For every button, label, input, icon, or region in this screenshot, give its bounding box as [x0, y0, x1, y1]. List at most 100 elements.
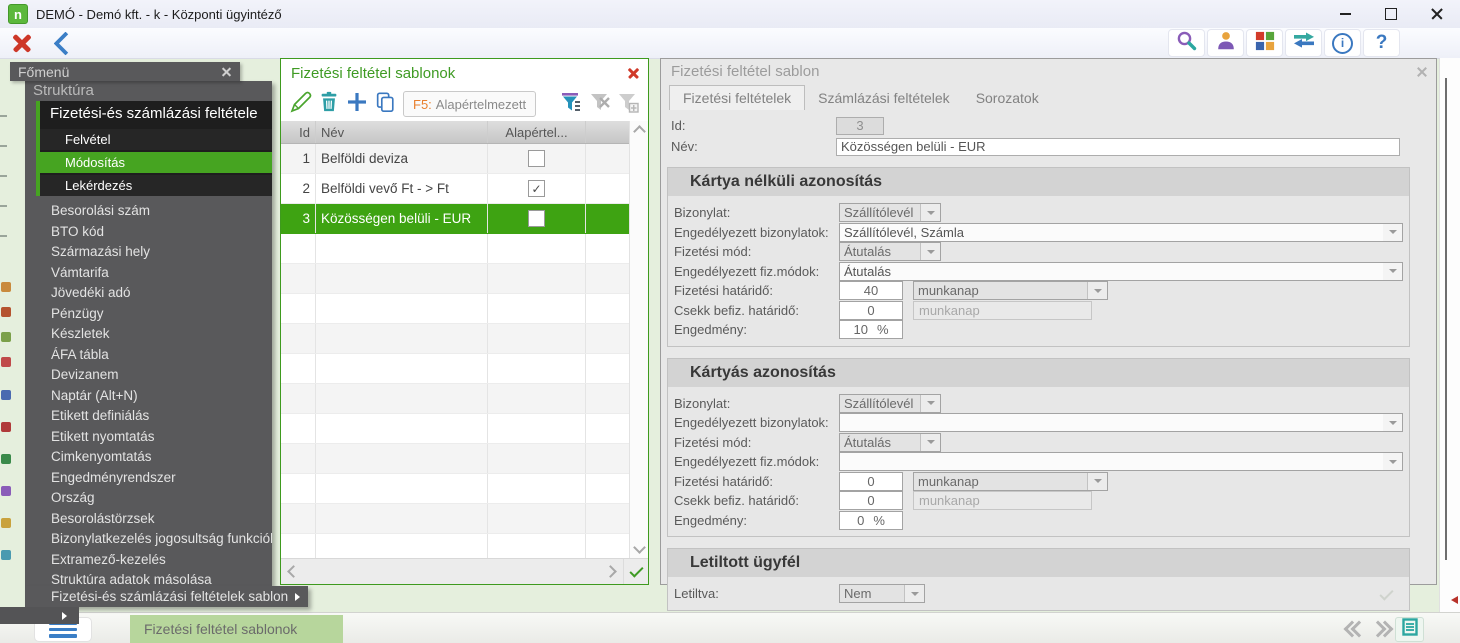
close-button[interactable] [1414, 0, 1460, 28]
tab-fizetesi-feltetelek[interactable]: Fizetési feltételek [669, 85, 805, 110]
menu-item[interactable]: BTO kód [25, 222, 272, 243]
engedelyezett-bizonylatok-dropdown[interactable]: Szállítólevél, Számla [839, 223, 1403, 242]
engedmeny-input[interactable]: 0% [839, 511, 903, 530]
menu-item-felvetel[interactable]: Felvétel [40, 129, 272, 150]
menu-item[interactable]: Vámtarifa [25, 263, 272, 284]
chevron-down-icon[interactable] [1383, 414, 1402, 431]
fizetesi-mod-dropdown[interactable]: Átutalás [839, 433, 941, 452]
fizetesi-hatarido-input[interactable]: 40 [839, 281, 903, 300]
hatarido-unit-dropdown[interactable]: munkanap [913, 281, 1108, 300]
chevron-down-icon[interactable] [1383, 263, 1402, 280]
menu-item[interactable]: Készletek [25, 324, 272, 345]
filter-button[interactable] [558, 91, 586, 117]
exit-button[interactable] [11, 32, 33, 54]
apps-button[interactable] [1246, 29, 1283, 57]
info-button[interactable]: i [1324, 29, 1361, 57]
scroll-down-icon[interactable] [633, 541, 646, 554]
menu-item[interactable]: Származási hely [25, 242, 272, 263]
menu-item[interactable]: ÁFA tábla [25, 345, 272, 366]
tab-szamlazasi-feltetelek[interactable]: Számlázási feltételek [805, 86, 963, 110]
user-button[interactable] [1207, 29, 1244, 57]
menu-item[interactable]: Extramező-kezelés [25, 550, 272, 571]
chevron-down-icon[interactable] [1383, 224, 1402, 241]
csekk-hatarido-input[interactable]: 0 [839, 491, 903, 510]
engedmeny-input[interactable]: 10% [839, 320, 903, 339]
menu-item[interactable]: Cimkenyomtatás [25, 447, 272, 468]
menu-item[interactable]: Jövedéki adó [25, 283, 272, 304]
fizetesi-mod-dropdown[interactable]: Átutalás [839, 242, 941, 261]
scroll-up-icon[interactable] [633, 125, 646, 138]
menu-item[interactable]: Pénzügy [25, 304, 272, 325]
chevron-down-icon[interactable] [1383, 453, 1402, 470]
default-checkbox[interactable]: ✓ [528, 180, 545, 197]
window-scrollbar[interactable] [1439, 58, 1460, 612]
menu-item-submenu[interactable]: Fizetési-és számlázási feltételek sablon [25, 586, 308, 607]
vertical-scrollbar[interactable] [629, 121, 648, 558]
menu-featured-title[interactable]: Fizetési-és számlázási feltétele [40, 101, 272, 127]
menu-item[interactable]: Etikett nyomtatás [25, 427, 272, 448]
menu-item[interactable]: Besorolástörzsek [25, 509, 272, 530]
column-header-name[interactable]: Név [315, 121, 487, 143]
menu-titlebar[interactable]: Főmenü [10, 62, 240, 81]
table-row[interactable]: 1 Belföldi deviza [281, 144, 629, 174]
menu-item-modositas[interactable]: Módosítás [40, 152, 272, 173]
transfer-button[interactable] [1285, 29, 1322, 57]
default-checkbox[interactable] [528, 210, 545, 227]
engedelyezett-fizmodok-dropdown[interactable] [839, 452, 1403, 471]
default-checkbox[interactable] [528, 150, 545, 167]
edit-button[interactable] [287, 91, 315, 117]
column-header-default[interactable]: Alapértel... [487, 121, 585, 143]
taskbar-tab-active[interactable]: Fizetési feltétel sablonok [130, 615, 343, 643]
table-row[interactable]: 2 Belföldi vevő Ft - > Ft ✓ [281, 174, 629, 204]
back-button[interactable] [53, 31, 77, 55]
templates-panel-close-button[interactable] [627, 67, 640, 80]
horizontal-scrollbar[interactable] [281, 558, 648, 584]
engedelyezett-bizonylatok-dropdown[interactable] [839, 413, 1403, 432]
delete-button[interactable] [315, 91, 343, 117]
default-f5-button[interactable]: F5: Alapértelmezett [403, 91, 536, 117]
detail-panel-close-button[interactable] [1416, 66, 1428, 78]
search-button[interactable] [1168, 29, 1205, 57]
scroll-right-icon[interactable] [604, 565, 617, 578]
help-button[interactable]: ? [1363, 29, 1400, 57]
nav-previous-button[interactable] [1346, 620, 1362, 636]
chevron-down-icon[interactable] [904, 585, 924, 602]
table-header[interactable]: Id Név Alapértel... [281, 121, 629, 144]
menu-item[interactable]: Besorolási szám [25, 201, 272, 222]
chevron-down-icon[interactable] [920, 434, 940, 451]
fizetesi-hatarido-input[interactable]: 0 [839, 472, 903, 491]
letiltva-dropdown[interactable]: Nem [839, 584, 925, 603]
menu-item-lekerdezes[interactable]: Lekérdezés [40, 175, 272, 196]
menu-close-button[interactable] [221, 66, 232, 77]
menu-item[interactable]: Ország [25, 488, 272, 509]
scrollbar-thumb[interactable] [1445, 78, 1447, 560]
filter-clear-button[interactable] [586, 91, 614, 117]
hatarido-unit-dropdown[interactable]: munkanap [913, 472, 1108, 491]
confirm-button[interactable] [623, 559, 648, 584]
filter-add-button[interactable] [614, 91, 642, 117]
chevron-down-icon[interactable] [1087, 473, 1107, 490]
engedelyezett-fizmodok-dropdown[interactable]: Átutalás [839, 262, 1403, 281]
chevron-down-icon[interactable] [920, 243, 940, 260]
task-list-button[interactable] [1395, 617, 1424, 642]
minimize-button[interactable] [1322, 0, 1368, 28]
add-button[interactable] [343, 91, 371, 117]
copy-button[interactable] [371, 91, 399, 117]
menu-item[interactable]: Bizonylatkezelés jogosultság funkciók [25, 529, 272, 550]
table-row-selected[interactable]: 3 Közösségen belüli - EUR [281, 204, 629, 234]
menu-item[interactable]: Engedményrendszer [25, 468, 272, 489]
maximize-button[interactable] [1368, 0, 1414, 28]
bizonylat-dropdown[interactable]: Szállítólevél [839, 394, 941, 413]
menu-item[interactable]: Devizanem [25, 365, 272, 386]
name-input[interactable]: Közösségen belüli - EUR [836, 138, 1400, 156]
chevron-down-icon[interactable] [1087, 282, 1107, 299]
csekk-hatarido-input[interactable]: 0 [839, 301, 903, 320]
tab-sorozatok[interactable]: Sorozatok [963, 86, 1052, 110]
menu-item[interactable]: Etikett definiálás [25, 406, 272, 427]
chevron-down-icon[interactable] [920, 204, 940, 221]
bizonylat-dropdown[interactable]: Szállítólevél [839, 203, 941, 222]
nav-next-button[interactable] [1372, 620, 1388, 636]
scroll-left-icon[interactable] [287, 565, 300, 578]
chevron-down-icon[interactable] [920, 395, 940, 412]
column-header-id[interactable]: Id [281, 125, 315, 140]
